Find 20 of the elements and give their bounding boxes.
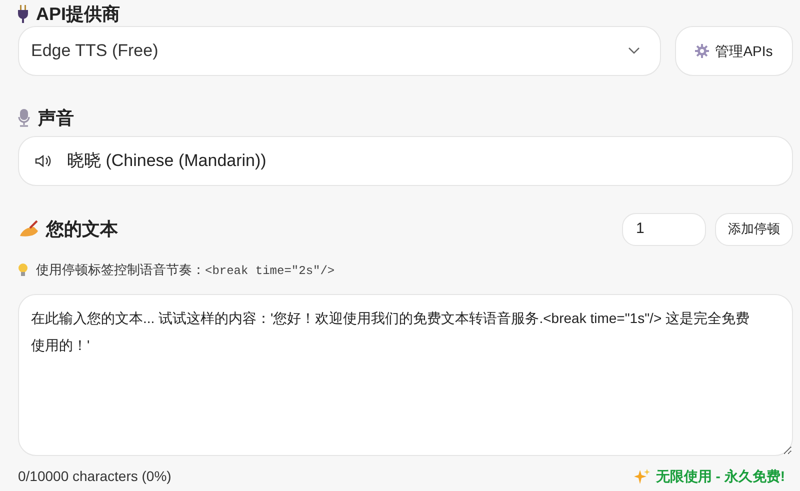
section-heading: API提供商	[36, 2, 120, 26]
chevron-down-icon	[628, 47, 640, 55]
plug-icon	[18, 5, 28, 23]
sparkles-icon	[634, 468, 650, 484]
free-usage-text: 无限使用 - 永久免费!	[656, 467, 785, 486]
hint-text: 使用停顿标签控制语音节奏：	[36, 262, 205, 277]
pause-input[interactable]: 1	[622, 212, 706, 246]
section-heading: 您的文本	[46, 218, 119, 240]
speaker-icon	[35, 155, 51, 167]
provider-select[interactable]: Edge TTS (Free)	[18, 26, 661, 76]
section-heading: 声音	[38, 106, 74, 130]
microphone-icon	[18, 109, 30, 127]
voice-select[interactable]: 晓晓 (Chinese (Mandarin))	[18, 136, 793, 186]
text-input[interactable]: 在此输入您的文本... 试试这样的内容：'您好！欢迎使用我们的免费文本转语音服务.<break time="1s"/> 这是完全免费使用的！'	[18, 294, 793, 456]
add-pause-button[interactable]: 添加停顿	[715, 212, 793, 246]
lightbulb-icon	[18, 263, 28, 277]
manage-apis-button[interactable]: 管理APIs	[675, 26, 793, 76]
gear-icon	[695, 44, 710, 58]
character-count: 0/10000 characters (0%)	[18, 467, 172, 486]
code-snippet: <break time="2s"/>	[205, 264, 335, 278]
